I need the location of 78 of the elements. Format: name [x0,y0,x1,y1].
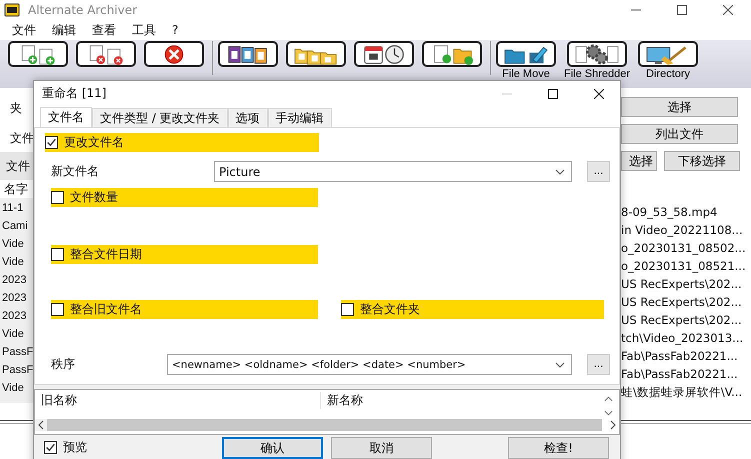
app-icon [4,2,20,18]
column-header[interactable]: 新名称 [321,392,363,408]
file-name[interactable]: Cami [0,217,33,235]
menu-item[interactable]: ? [164,23,186,37]
file-path[interactable]: US RecExperts\202... [621,311,751,329]
menu-item[interactable]: 文件 [4,22,44,38]
form-label: 夹 [9,100,23,117]
checkbox[interactable] [51,303,64,316]
browse-button[interactable]: ... [587,161,610,182]
file-name[interactable]: 2023 [0,271,33,289]
file-name[interactable]: Vide [0,253,33,271]
toolbar-button[interactable] [354,41,414,67]
file-name[interactable]: PassF [0,343,33,361]
dialog-button[interactable]: 确认 [222,437,323,459]
checkbox-label[interactable]: 文件数量 [70,189,118,206]
close-icon[interactable] [594,88,604,98]
form-label: 文件 [9,130,33,147]
toolbar-button[interactable] [144,41,204,67]
file-path[interactable]: o_20230131_08521... [621,257,751,275]
dropdown-icon [555,168,565,174]
checkbox-label[interactable]: 预览 [63,439,87,456]
file-path[interactable]: Fab\PassFab20221... [621,347,751,365]
file-name[interactable]: Vide [0,379,33,397]
tab[interactable]: 文件名 [40,107,92,127]
window-title: Alternate Archiver [28,3,138,17]
scroll-down-icon[interactable] [604,410,613,416]
close-icon[interactable] [723,5,733,15]
dialog-title: 重命名 [11] [42,85,106,102]
checkbox-label[interactable]: 更改文件名 [64,134,124,151]
scroll-up-icon[interactable] [604,396,613,402]
file-path[interactable]: 8-09_53_58.mp4 [621,203,751,221]
action-button[interactable]: 选择 [621,97,738,117]
field-label: 秩序 [50,356,76,373]
tab[interactable]: 文件类型 / 更改文件夹 [92,108,228,127]
menu-item[interactable]: 工具 [124,22,164,38]
tab[interactable]: 选项 [228,108,268,127]
section-label: 文件 [6,158,30,174]
file-name[interactable]: 11-1 [0,199,33,217]
menu-item[interactable]: 编辑 [44,22,84,38]
move-button[interactable]: 选择 [621,151,657,171]
browse-button[interactable]: ... [587,354,610,375]
tab[interactable]: 手动编辑 [268,108,332,127]
column-header[interactable]: 旧名称 [35,392,321,408]
maximize-icon[interactable] [677,5,687,15]
file-name[interactable]: 2023 [0,307,33,325]
file-path[interactable]: in Video_20221108... [621,221,751,239]
scroll-left-icon[interactable] [35,419,47,431]
file-name[interactable]: PassF [0,361,33,379]
dialog-button[interactable]: 取消 [331,437,432,459]
toolbar-button[interactable] [218,41,278,67]
checkbox[interactable] [51,191,64,204]
field-label: 新文件名 [50,163,100,180]
order-combo-field[interactable]: <newname> <oldname> <folder> <date> <number> [167,354,572,375]
toolbar-button[interactable] [422,41,482,67]
dropdown-icon [555,362,565,368]
file-path[interactable]: tch\Video_2023013... [621,329,751,347]
file-name[interactable]: 2023 [0,289,33,307]
file-path[interactable]: US RecExperts\202... [621,293,751,311]
column-header[interactable]: 名字 [0,180,33,198]
checkbox[interactable] [341,303,354,316]
move-button[interactable]: 下移选择 [664,151,740,171]
checkbox[interactable] [44,441,57,454]
file-name[interactable]: Vide [0,325,33,343]
file-path[interactable]: o_20230131_08502... [621,239,751,257]
file-name[interactable]: Vide [0,235,33,253]
dialog-button[interactable]: 检查! [508,437,609,459]
file-path[interactable]: US RecExperts\202... [621,275,751,293]
maximize-icon[interactable] [548,88,558,98]
menu-item[interactable]: 查看 [84,22,124,38]
toolbar-button[interactable] [8,41,68,67]
toolbar-button[interactable] [286,41,346,67]
name-combo-field[interactable]: Picture [214,161,572,182]
file-path[interactable]: Fab\PassFab20221... [621,365,751,383]
action-button[interactable]: 列出文件 [621,124,738,144]
checkbox[interactable] [51,248,64,261]
file-path[interactable]: 蛙\数据蛙录屏软件\V... [621,383,751,401]
checkbox[interactable] [45,136,58,149]
toolbar-button[interactable] [76,41,136,67]
